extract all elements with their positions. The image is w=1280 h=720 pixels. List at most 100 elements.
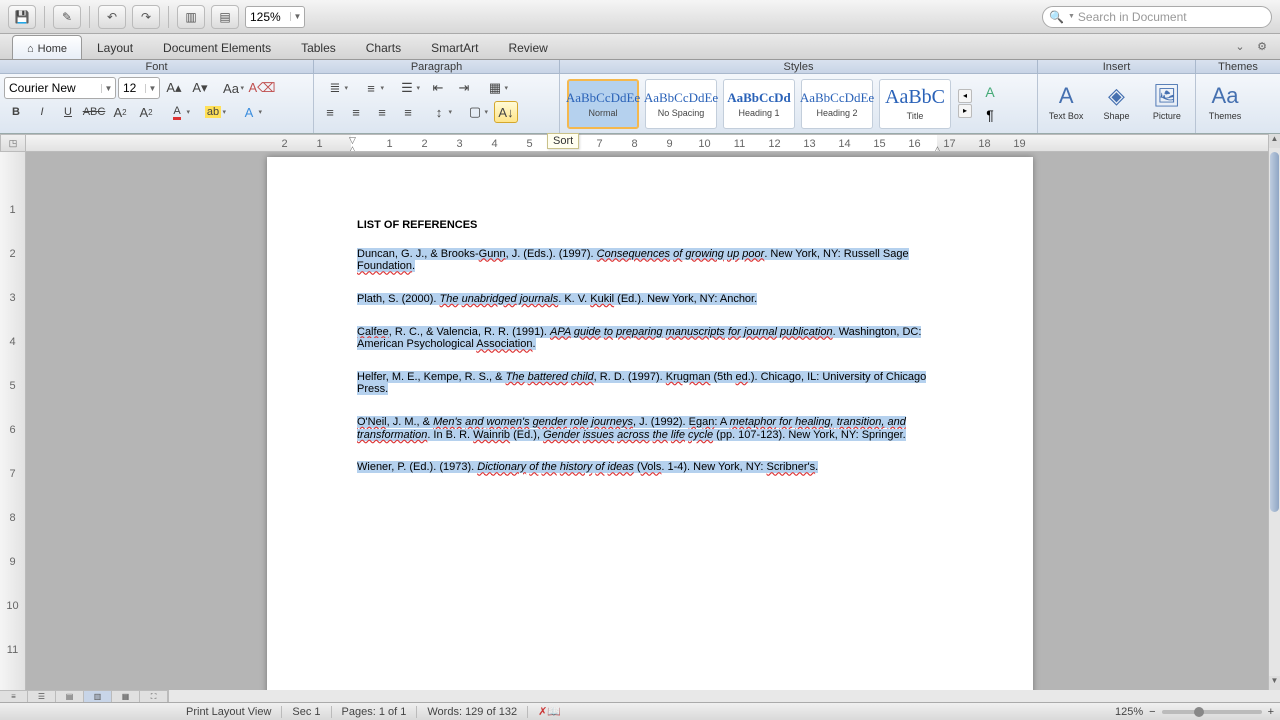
home-icon: ⌂ — [27, 43, 34, 55]
scroll-up-arrow[interactable]: ▲ — [1269, 134, 1280, 148]
columns-button[interactable]: ▤ — [211, 5, 239, 29]
highlight-button[interactable]: ab — [196, 101, 230, 123]
page-content[interactable]: LIST OF REFERENCES Duncan, G. J., & Broo… — [267, 157, 1033, 474]
zoom-slider-track[interactable] — [1162, 710, 1262, 714]
numbering-button[interactable]: ≡ — [354, 77, 388, 99]
bold-button[interactable]: B — [4, 101, 28, 123]
increase-indent-button[interactable]: ⇥ — [452, 77, 476, 99]
justify-button[interactable]: ≡ — [396, 101, 420, 123]
status-section: Sec 1 — [292, 706, 320, 718]
tab-smartart[interactable]: SmartArt — [416, 35, 493, 59]
chevron-down-icon[interactable]: ▼ — [101, 84, 115, 93]
align-left-button[interactable]: ≡ — [318, 101, 342, 123]
vertical-scrollbar[interactable]: ▲ ▼ — [1268, 134, 1280, 690]
text-direction-button[interactable]: ▦ — [478, 77, 512, 99]
view-outline[interactable]: ☰ — [28, 691, 56, 702]
vertical-ruler[interactable]: 1234567891011 — [0, 152, 26, 690]
themes-button[interactable]: AaThemes — [1200, 77, 1250, 127]
page[interactable]: LIST OF REFERENCES Duncan, G. J., & Broo… — [267, 157, 1033, 690]
styles-group: AaBbCcDdEeNormal AaBbCcDdEeNo Spacing Aa… — [560, 74, 1038, 133]
tab-home[interactable]: ⌂Home — [12, 35, 82, 59]
redo-button[interactable]: ↷ — [132, 5, 160, 29]
tab-review[interactable]: Review — [493, 35, 562, 59]
save-button[interactable]: 💾 — [8, 5, 36, 29]
italic-button[interactable]: I — [30, 101, 54, 123]
font-name-combo[interactable]: ▼ — [4, 77, 116, 99]
borders-button[interactable]: ▢ — [458, 101, 492, 123]
quick-access-toolbar: 💾 ✎ ↶ ↷ ▥ ▤ ▼ 🔍 ▼ — [0, 0, 1280, 34]
superscript-button[interactable]: A2 — [108, 101, 132, 123]
tab-document-elements[interactable]: Document Elements — [148, 35, 286, 59]
decrease-indent-button[interactable]: ⇤ — [426, 77, 450, 99]
search-box[interactable]: 🔍 ▼ — [1042, 6, 1272, 28]
tab-charts[interactable]: Charts — [351, 35, 416, 59]
text-box-icon: A — [1059, 83, 1074, 109]
reference-item: Calfee, R. C., & Valencia, R. R. (1991).… — [357, 326, 943, 351]
styles-scroll-left[interactable]: ◂ — [958, 89, 972, 103]
zoom-out-button[interactable]: − — [1149, 706, 1155, 718]
insert-picture[interactable]: 🖼Picture — [1143, 77, 1191, 127]
insert-shape[interactable]: ◈Shape — [1092, 77, 1140, 127]
insert-text-box[interactable]: AText Box — [1042, 77, 1090, 127]
search-input[interactable] — [1078, 10, 1265, 24]
paragraph-group: ≣ ≡ ☰ ⇤ ⇥ ▦ ≡ ≡ ≡ ≡ ↕ ▢ A↓ — [314, 74, 560, 133]
reference-item: Plath, S. (2000). The unabridged journal… — [357, 293, 943, 306]
font-size-combo[interactable]: ▼ — [118, 77, 160, 99]
tab-tables[interactable]: Tables — [286, 35, 351, 59]
ribbon-settings-icon[interactable]: ⚙ — [1254, 38, 1270, 54]
subscript-button[interactable]: A2 — [134, 101, 158, 123]
clear-formatting-button[interactable]: A⌫ — [250, 77, 274, 99]
shrink-font-button[interactable]: A▾ — [188, 77, 212, 99]
style-heading-2[interactable]: AaBbCcDdEeHeading 2 — [801, 79, 873, 129]
undo-button[interactable]: ↶ — [98, 5, 126, 29]
brush-button[interactable]: ✎ — [53, 5, 81, 29]
view-print-layout[interactable]: ▥ — [84, 691, 112, 702]
zoom-dropdown[interactable]: ▼ — [290, 12, 304, 21]
spell-check-icon[interactable]: ✗📖 — [538, 705, 561, 718]
align-center-button[interactable]: ≡ — [344, 101, 368, 123]
view-draft[interactable]: ≡ — [0, 691, 28, 702]
collapse-ribbon-icon[interactable]: ⌄ — [1232, 38, 1248, 54]
style-normal[interactable]: AaBbCcDdEeNormal — [567, 79, 639, 129]
zoom-input[interactable] — [246, 8, 290, 26]
scroll-down-arrow[interactable]: ▼ — [1269, 676, 1280, 690]
ribbon-body: ▼ ▼ A▴ A▾ Aa A⌫ B I U ABC A2 A2 A ab A ≣… — [0, 74, 1280, 134]
change-case-button[interactable]: Aa — [214, 77, 248, 99]
tab-layout[interactable]: Layout — [82, 35, 148, 59]
font-color-button[interactable]: A — [160, 101, 194, 123]
strikethrough-button[interactable]: ABC — [82, 101, 106, 123]
style-title[interactable]: AaBbCTitle — [879, 79, 951, 129]
view-fullscreen[interactable]: ⛶ — [140, 691, 168, 702]
reference-item: Wiener, P. (Ed.). (1973). Dictionary of … — [357, 461, 943, 474]
bullets-button[interactable]: ≣ — [318, 77, 352, 99]
scroll-thumb[interactable] — [1270, 152, 1279, 512]
style-no-spacing[interactable]: AaBbCcDdEeNo Spacing — [645, 79, 717, 129]
zoom-slider-thumb[interactable] — [1194, 707, 1204, 717]
view-publishing[interactable]: ▤ — [56, 691, 84, 702]
sort-button[interactable]: A↓ — [494, 101, 518, 123]
line-spacing-button[interactable]: ↕ — [422, 101, 456, 123]
grow-font-button[interactable]: A▴ — [162, 77, 186, 99]
right-indent-marker[interactable]: △ — [934, 144, 944, 152]
horizontal-ruler[interactable]: 2112345678910111213141516171819 ▽ △ △ — [26, 134, 1268, 152]
search-dropdown-icon[interactable]: ▼ — [1068, 13, 1075, 20]
view-notebook[interactable]: ▦ — [112, 691, 140, 702]
text-effects-button[interactable]: A — [232, 101, 266, 123]
manage-styles-button[interactable]: ¶ — [978, 104, 1002, 126]
style-heading-1[interactable]: AaBbCcDdHeading 1 — [723, 79, 795, 129]
underline-button[interactable]: U — [56, 101, 80, 123]
zoom-in-button[interactable]: + — [1268, 706, 1274, 718]
page-setup-button[interactable]: ▥ — [177, 5, 205, 29]
styles-scroll-right[interactable]: ▸ — [958, 104, 972, 118]
group-label-themes: Themes — [1196, 60, 1280, 73]
chevron-down-icon[interactable]: ▼ — [145, 84, 159, 93]
font-size-input[interactable] — [119, 79, 145, 97]
hanging-indent-marker[interactable]: △ — [349, 144, 359, 152]
multilevel-list-button[interactable]: ☰ — [390, 77, 424, 99]
zoom-combo[interactable]: ▼ — [245, 6, 305, 28]
font-name-input[interactable] — [5, 79, 101, 97]
styles-pane-button[interactable]: A — [978, 81, 1002, 103]
first-line-indent-marker[interactable]: ▽ — [349, 135, 359, 143]
ruler-corner[interactable]: ◳ — [0, 134, 26, 152]
align-right-button[interactable]: ≡ — [370, 101, 394, 123]
